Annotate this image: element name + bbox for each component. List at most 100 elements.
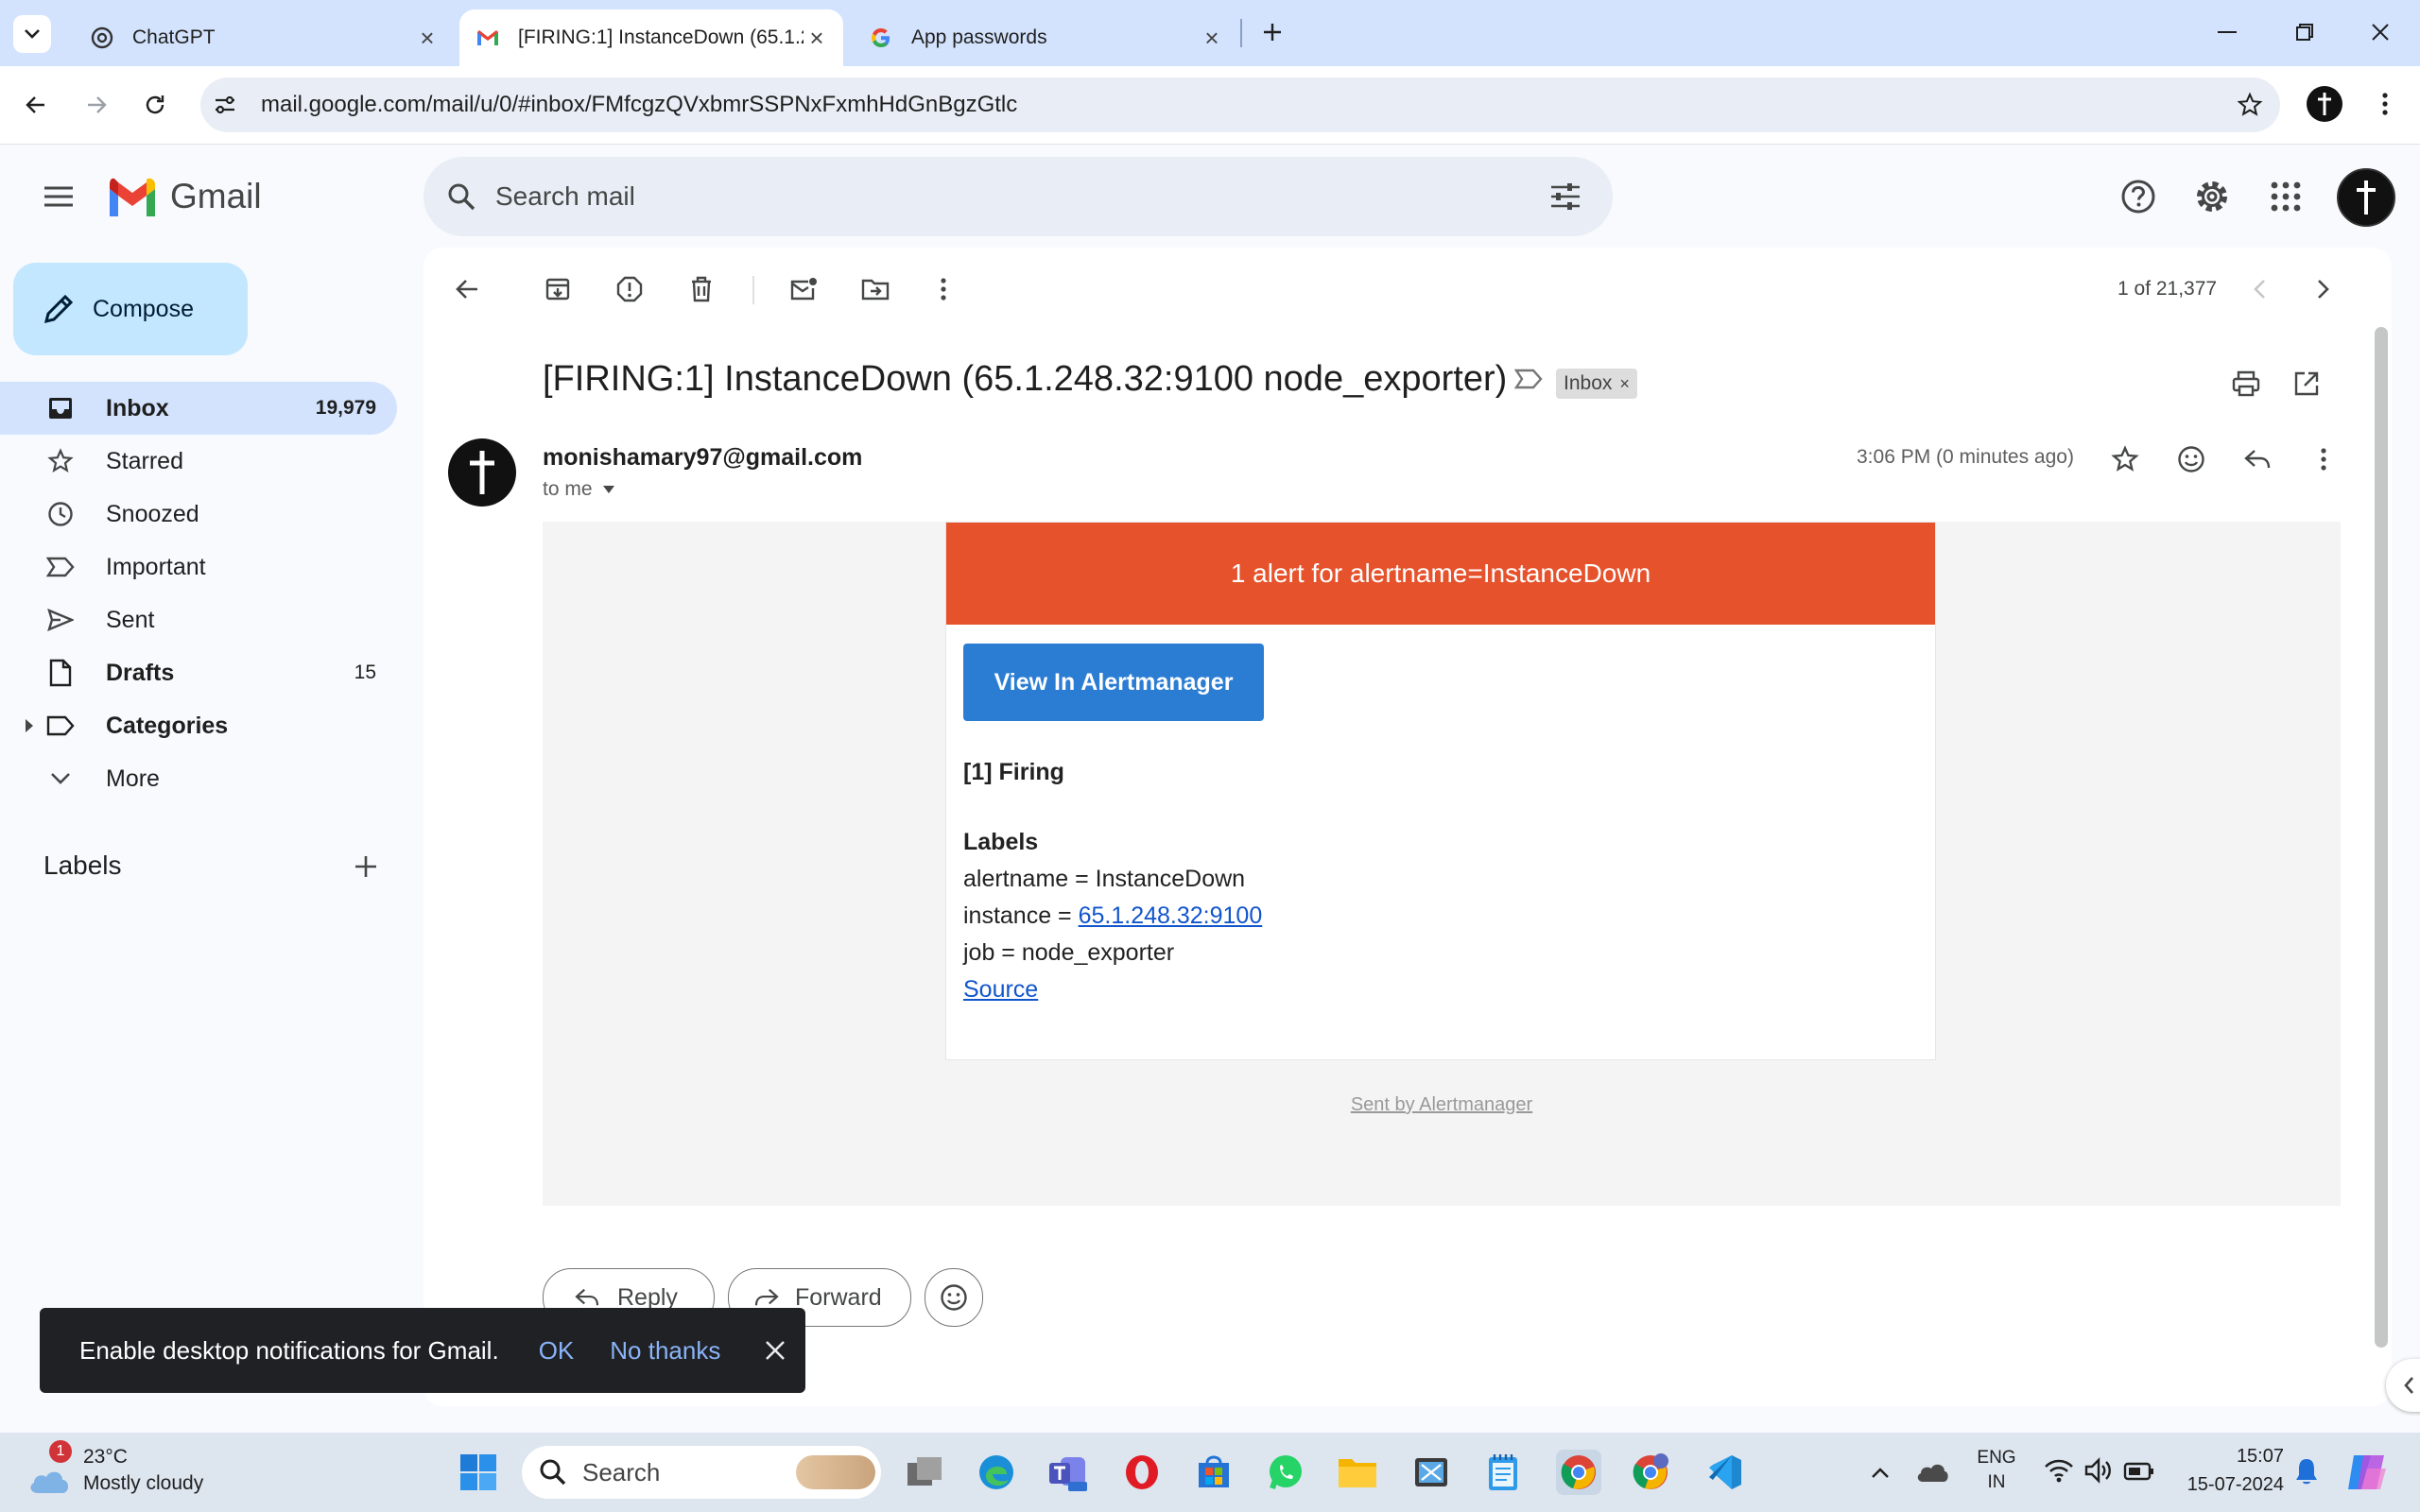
view-in-alertmanager-button[interactable]: View In Alertmanager	[963, 644, 1264, 721]
site-info-icon[interactable]	[212, 92, 238, 118]
profile-avatar[interactable]	[2307, 86, 2342, 122]
reload-button[interactable]	[136, 86, 174, 124]
importance-marker[interactable]	[1514, 369, 1543, 389]
sent-by-alertmanager-link[interactable]: Sent by Alertmanager	[543, 1094, 2341, 1116]
sidebar-item-snoozed[interactable]: Snoozed	[0, 488, 397, 541]
show-hidden-icons-button[interactable]	[1866, 1459, 1894, 1487]
delete-button[interactable]	[683, 270, 720, 308]
sidebar-item-important[interactable]: Important	[0, 541, 397, 593]
inbox-label-chip[interactable]: Inbox ×	[1556, 369, 1637, 399]
instance-link[interactable]: 65.1.248.32:9100	[1079, 902, 1263, 929]
taskbar-vscode[interactable]	[1702, 1450, 1747, 1495]
sidebar-item-inbox[interactable]: Inbox 19,979	[0, 382, 397, 435]
minimize-button[interactable]	[2208, 13, 2246, 51]
sidebar-item-starred[interactable]: Starred	[0, 435, 397, 488]
settings-button[interactable]	[2189, 174, 2235, 219]
label-instance: instance = 65.1.248.32:9100	[963, 902, 1262, 930]
taskbar-opera[interactable]	[1119, 1450, 1165, 1495]
tab-chatgpt[interactable]: ChatGPT ×	[62, 9, 454, 66]
taskbar-chrome-profile[interactable]	[1628, 1450, 1673, 1495]
emoji-react-button[interactable]	[925, 1268, 983, 1327]
tab-app-passwords[interactable]: App passwords ×	[847, 9, 1238, 66]
main-menu-button[interactable]	[36, 174, 81, 219]
support-button[interactable]	[2116, 174, 2161, 219]
sender-email[interactable]: monishamary97@gmail.com	[543, 444, 862, 472]
back-button[interactable]	[17, 86, 55, 124]
taskbar-chrome-active[interactable]	[1556, 1450, 1601, 1495]
close-icon[interactable]	[762, 1337, 788, 1364]
taskbar-edge[interactable]	[974, 1450, 1019, 1495]
account-avatar[interactable]	[2337, 168, 2395, 227]
compose-button[interactable]: Compose	[13, 263, 248, 355]
create-label-button[interactable]	[350, 850, 382, 883]
browser-menu-button[interactable]	[2367, 86, 2403, 122]
older-button[interactable]	[2305, 270, 2342, 308]
move-to-button[interactable]	[856, 270, 894, 308]
taskbar-teams[interactable]	[1046, 1450, 1091, 1495]
scrollbar-thumb[interactable]	[2375, 327, 2388, 1348]
message-more-button[interactable]	[2305, 440, 2342, 478]
tab-search-button[interactable]	[13, 15, 51, 53]
start-button[interactable]	[456, 1450, 501, 1495]
taskbar-file-explorer[interactable]	[1335, 1450, 1380, 1495]
search-options-icon[interactable]	[1548, 180, 1582, 214]
taskbar-snipping-tool[interactable]	[1409, 1450, 1454, 1495]
archive-button[interactable]	[539, 270, 577, 308]
restore-button[interactable]	[2286, 13, 2324, 51]
search-input[interactable]: Search mail	[495, 181, 635, 212]
close-icon[interactable]: ×	[414, 24, 441, 52]
sidebar-item-drafts[interactable]: Drafts 15	[0, 646, 397, 699]
back-to-inbox-button[interactable]	[448, 270, 486, 308]
reply-button[interactable]	[2238, 440, 2276, 478]
add-reaction-button[interactable]	[2172, 440, 2210, 478]
draft-count: 15	[354, 662, 376, 683]
forward-button[interactable]	[78, 86, 115, 124]
forward-label: Forward	[795, 1283, 882, 1311]
volume-icon[interactable]	[2083, 1457, 2114, 1487]
battery-icon[interactable]	[2123, 1461, 2155, 1484]
newer-button[interactable]	[2240, 270, 2278, 308]
new-tab-button[interactable]	[1253, 13, 1291, 51]
input-language[interactable]: ENG IN	[1974, 1446, 2019, 1499]
restore-icon	[2296, 24, 2313, 41]
onedrive-icon[interactable]	[1915, 1459, 1949, 1487]
gmail-logo[interactable]: Gmail	[106, 176, 262, 217]
weather-widget[interactable]: 1 23°C Mostly cloudy	[26, 1440, 234, 1504]
no-thanks-button[interactable]: No thanks	[610, 1336, 720, 1366]
recipient-details-toggle[interactable]: to me	[543, 478, 615, 501]
task-view-button[interactable]	[902, 1450, 947, 1495]
close-window-button[interactable]	[2361, 13, 2399, 51]
search-bar[interactable]: Search mail	[424, 157, 1613, 236]
copilot-icon[interactable]	[2344, 1450, 2390, 1495]
ok-button[interactable]: OK	[539, 1336, 575, 1366]
star-button[interactable]	[2106, 440, 2144, 478]
mark-unread-button[interactable]	[785, 270, 822, 308]
sidebar-item-categories[interactable]: Categories	[0, 699, 397, 752]
source-link[interactable]: Source	[963, 976, 1038, 1004]
bookmark-star-icon[interactable]	[2237, 92, 2263, 118]
tab-gmail-message[interactable]: [FIRING:1] InstanceDown (65.1.2 ×	[459, 9, 843, 66]
taskbar-whatsapp[interactable]	[1263, 1450, 1308, 1495]
expand-arrow-icon[interactable]	[25, 718, 34, 733]
sidebar-item-sent[interactable]: Sent	[0, 593, 397, 646]
taskbar-store[interactable]	[1191, 1450, 1236, 1495]
open-new-window-button[interactable]	[2288, 365, 2325, 403]
taskbar-notepad[interactable]	[1480, 1450, 1526, 1495]
search-icon[interactable]	[444, 180, 478, 214]
sidebar-item-more[interactable]: More	[0, 752, 397, 805]
send-icon	[42, 601, 79, 639]
print-button[interactable]	[2227, 365, 2265, 403]
close-icon[interactable]: ×	[1199, 24, 1225, 52]
more-actions-button[interactable]	[925, 270, 962, 308]
language-code: ENG	[1977, 1448, 2016, 1468]
report-spam-button[interactable]	[611, 270, 648, 308]
sender-avatar[interactable]	[448, 438, 516, 507]
wifi-icon[interactable]	[2044, 1457, 2074, 1487]
remove-label-icon[interactable]: ×	[1619, 374, 1630, 394]
close-icon[interactable]: ×	[804, 24, 830, 52]
address-bar[interactable]: mail.google.com/mail/u/0/#inbox/FMfcgzQV…	[200, 77, 2280, 132]
clock[interactable]: 15:07 15-07-2024	[2170, 1442, 2284, 1501]
notification-bell-icon[interactable]	[2293, 1457, 2322, 1487]
taskbar-search-box[interactable]: Search	[522, 1446, 881, 1499]
google-apps-button[interactable]	[2263, 174, 2308, 219]
